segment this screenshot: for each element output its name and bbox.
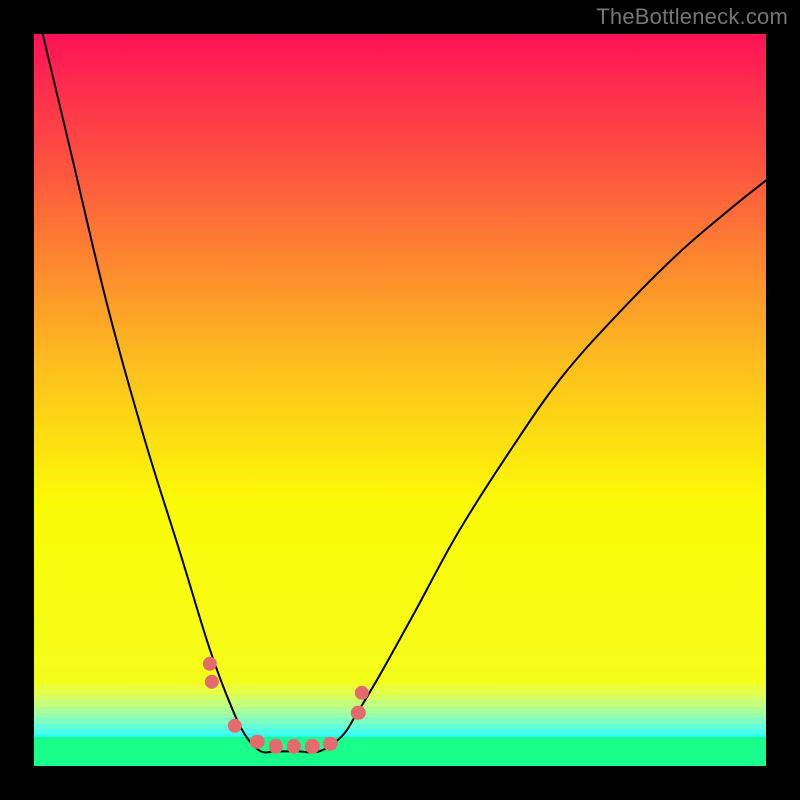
watermark: TheBottleneck.com (596, 4, 788, 30)
chart-curve-layer (34, 34, 766, 766)
chart-frame (34, 34, 766, 766)
bottleneck-curve-path (34, 34, 766, 753)
